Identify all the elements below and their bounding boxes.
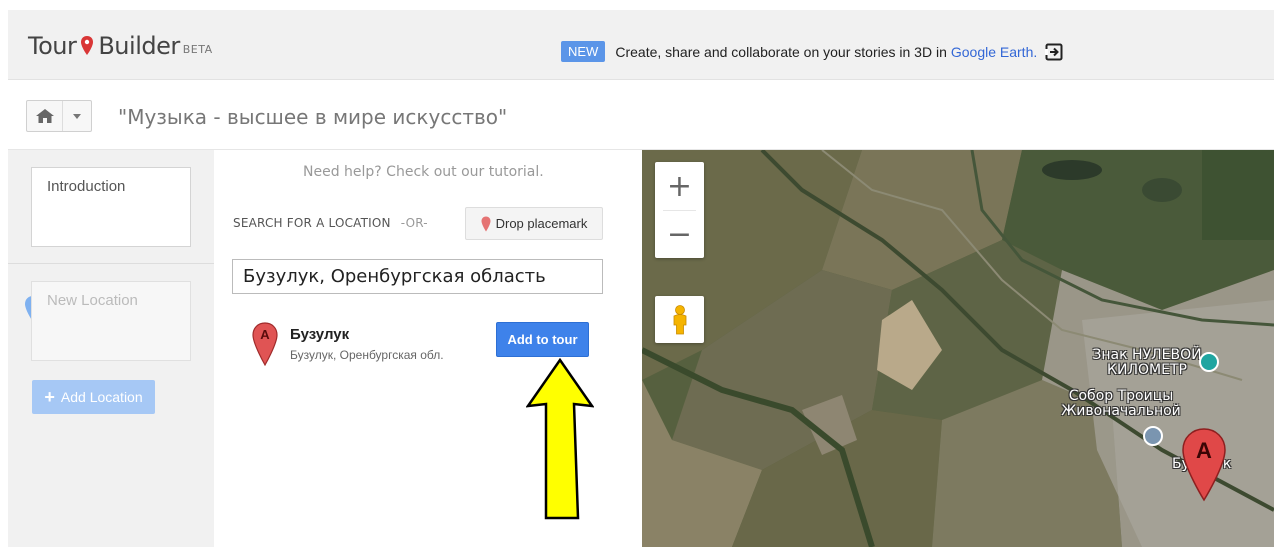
google-earth-promo: NEW Create, share and collaborate on you… (561, 41, 1063, 62)
sidebar-divider (8, 263, 214, 264)
pegman-icon (673, 304, 686, 334)
drop-placemark-button[interactable]: Drop placemark (465, 207, 603, 240)
chevron-down-icon[interactable] (63, 113, 91, 119)
search-location-label: SEARCH FOR A LOCATION -OR- (233, 216, 428, 230)
promo-text: Create, share and collaborate on your st… (615, 43, 947, 60)
add-location-button[interactable]: + Add Location (32, 380, 155, 414)
add-location-label: Add Location (60, 389, 143, 405)
zoom-separator (663, 210, 696, 211)
location-search-input[interactable] (232, 259, 603, 294)
zoom-in-button[interactable]: + (655, 162, 704, 210)
placemark-icon (481, 216, 491, 231)
yellow-arrow-annotation (526, 358, 594, 520)
locations-sidebar: Introduction New Location + Add Location (8, 150, 214, 547)
home-menu-button[interactable] (26, 100, 92, 132)
plus-icon: + (44, 386, 55, 407)
search-label-text: SEARCH FOR A LOCATION (233, 216, 391, 230)
result-address: Бузулук, Оренбургская обл. (290, 348, 444, 362)
church-poi-icon[interactable] (1143, 426, 1163, 446)
introduction-label: Introduction (47, 178, 126, 195)
search-panel: Need help? Check out our tutorial. SEARC… (214, 150, 642, 547)
satellite-map[interactable]: + − Знак НУЛЕВОЙ КИЛОМЕТР Собор Троицы Ж… (642, 150, 1274, 547)
logo-text-tour: Tour (28, 32, 77, 60)
street-view-pegman[interactable] (655, 296, 704, 343)
new-location-card[interactable]: New Location (31, 281, 191, 361)
tour-builder-logo[interactable]: Tour Builder BETA (28, 32, 213, 60)
exit-to-app-icon[interactable] (1045, 43, 1063, 61)
map-label-sobor[interactable]: Собор Троицы Живоначальной (1046, 389, 1196, 419)
monument-poi-icon[interactable] (1199, 352, 1219, 372)
beta-label: BETA (182, 43, 213, 56)
home-icon[interactable] (27, 101, 63, 131)
result-marker-letter: A (260, 327, 270, 342)
story-bar: "Музыка - высшее в мире искусство" (8, 80, 1274, 150)
add-to-tour-button[interactable]: Add to tour (496, 322, 589, 357)
introduction-card[interactable]: Introduction (31, 167, 191, 247)
map-marker-letter: A (1196, 438, 1212, 463)
new-location-label: New Location (47, 292, 138, 309)
zoom-control: + − (655, 162, 704, 258)
result-name: Бузулук (290, 326, 350, 343)
app-header: Tour Builder BETA NEW Create, share and … (8, 10, 1274, 80)
zoom-out-button[interactable]: − (655, 210, 704, 258)
logo-text-builder: Builder (98, 32, 180, 60)
new-badge: NEW (561, 41, 606, 62)
drop-placemark-label: Drop placemark (495, 216, 588, 231)
result-marker-icon: A (252, 322, 278, 366)
map-marker-icon[interactable]: A (1182, 428, 1226, 502)
tutorial-help-link[interactable]: Need help? Check out our tutorial. (303, 164, 544, 180)
story-title[interactable]: "Музыка - высшее в мире искусство" (118, 105, 507, 129)
google-earth-link[interactable]: Google Earth. (951, 44, 1037, 60)
logo-pin-icon (81, 36, 94, 55)
or-separator: -OR- (400, 216, 428, 230)
